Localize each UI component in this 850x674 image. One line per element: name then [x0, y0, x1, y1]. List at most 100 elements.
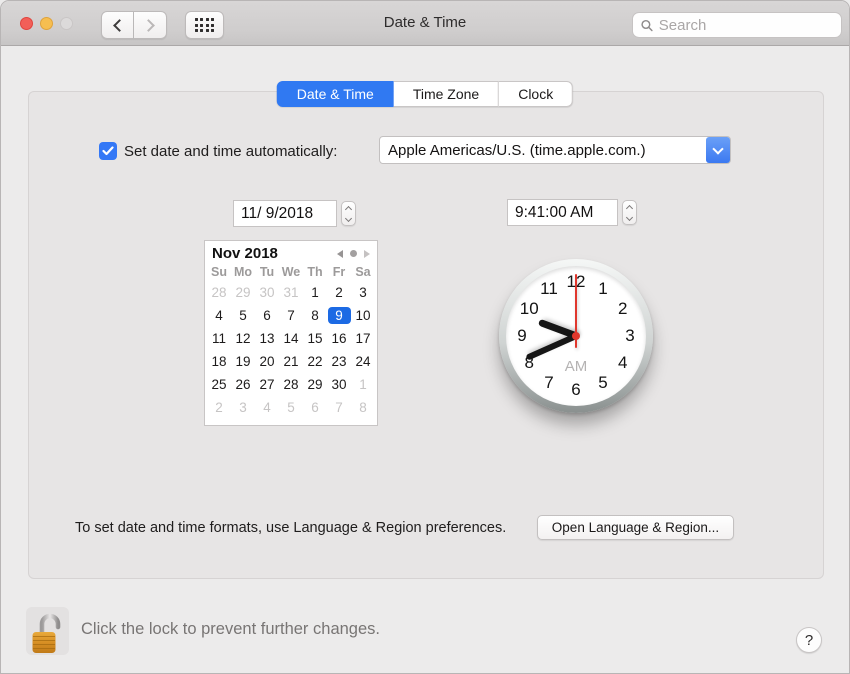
stepper-down-icon — [344, 214, 353, 222]
calendar-day[interactable]: 10 — [351, 304, 375, 327]
calendar-day[interactable]: 21 — [279, 350, 303, 373]
calendar-day[interactable]: 8 — [351, 396, 375, 419]
calendar-day[interactable]: 14 — [279, 327, 303, 350]
formats-note: To set date and time formats, use Langua… — [75, 520, 507, 536]
calendar-day[interactable]: 25 — [207, 373, 231, 396]
calendar-day[interactable]: 22 — [303, 350, 327, 373]
calendar-day-selected[interactable]: 9 — [327, 304, 351, 327]
weekday-label: Tu — [259, 265, 275, 279]
calendar: Nov 2018 Su Mo Tu We Th Fr Sa 28 29 30 31 1 2 3 4 5 6 7 8… — [204, 240, 378, 426]
calendar-day[interactable]: 24 — [351, 350, 375, 373]
calendar-day[interactable]: 6 — [303, 396, 327, 419]
calendar-day[interactable]: 19 — [231, 350, 255, 373]
calendar-day[interactable]: 11 — [207, 327, 231, 350]
tab-clock[interactable]: Clock — [499, 81, 574, 107]
analog-clock: AM 1 2 3 4 5 6 7 8 9 10 11 12 — [499, 259, 653, 413]
clock-number: 11 — [540, 279, 558, 299]
auto-set-checkbox[interactable] — [99, 142, 117, 160]
calendar-day[interactable]: 2 — [327, 281, 351, 304]
calendar-day[interactable]: 27 — [255, 373, 279, 396]
calendar-day[interactable]: 7 — [327, 396, 351, 419]
calendar-day[interactable]: 28 — [207, 281, 231, 304]
weekday-label: Su — [211, 265, 227, 279]
time-server-value: Apple Americas/U.S. (time.apple.com.) — [388, 141, 646, 159]
open-language-region-button[interactable]: Open Language & Region... — [537, 515, 734, 540]
calendar-day[interactable]: 17 — [351, 327, 375, 350]
calendar-day[interactable]: 6 — [255, 304, 279, 327]
help-button[interactable]: ? — [796, 627, 822, 653]
clock-number: 9 — [517, 326, 527, 345]
date-stepper[interactable] — [341, 201, 356, 226]
chevron-down-icon — [712, 142, 724, 155]
weekday-label: Th — [307, 265, 323, 279]
clock-number: 5 — [598, 372, 608, 392]
calendar-day[interactable]: 29 — [231, 281, 255, 304]
calendar-day[interactable]: 3 — [231, 396, 255, 419]
stepper-up-icon — [344, 205, 353, 213]
clock-number: 2 — [618, 299, 628, 318]
calendar-day[interactable]: 20 — [255, 350, 279, 373]
dropdown-button[interactable] — [706, 137, 730, 163]
calendar-day[interactable]: 18 — [207, 350, 231, 373]
today-dot-icon[interactable] — [350, 250, 357, 257]
calendar-day[interactable]: 29 — [303, 373, 327, 396]
calendar-day[interactable]: 5 — [231, 304, 255, 327]
weekday-label: Fr — [332, 265, 346, 279]
clock-number: 8 — [524, 353, 534, 372]
clock-number: 12 — [566, 272, 586, 291]
calendar-day[interactable]: 4 — [207, 304, 231, 327]
clock-number: 7 — [544, 372, 554, 392]
time-stepper[interactable] — [622, 200, 637, 225]
search-icon — [641, 19, 653, 31]
stepper-up-icon — [625, 204, 634, 212]
calendar-day[interactable]: 16 — [327, 327, 351, 350]
search-input[interactable] — [658, 16, 833, 34]
calendar-day[interactable]: 13 — [255, 327, 279, 350]
clock-face: AM 1 2 3 4 5 6 7 8 9 10 11 12 — [506, 266, 646, 406]
calendar-day[interactable]: 5 — [279, 396, 303, 419]
auto-set-label: Set date and time automatically: — [124, 143, 338, 160]
titlebar: Date & Time — [1, 1, 849, 46]
clock-center-cap — [572, 332, 580, 340]
tab-date-time[interactable]: Date & Time — [276, 81, 394, 107]
calendar-day[interactable]: 30 — [327, 373, 351, 396]
calendar-day[interactable]: 12 — [231, 327, 255, 350]
calendar-day[interactable]: 4 — [255, 396, 279, 419]
calendar-day[interactable]: 1 — [351, 373, 375, 396]
search-field[interactable] — [632, 12, 842, 38]
calendar-day[interactable]: 26 — [231, 373, 255, 396]
open-lock-icon — [32, 613, 60, 653]
lock-button[interactable] — [26, 607, 69, 655]
calendar-day[interactable]: 1 — [303, 281, 327, 304]
calendar-nav — [337, 249, 370, 258]
next-month-icon[interactable] — [364, 249, 370, 258]
bottom-bar: Click the lock to prevent further change… — [1, 601, 849, 673]
clock-number: 10 — [519, 299, 539, 318]
calendar-day[interactable]: 15 — [303, 327, 327, 350]
calendar-day[interactable]: 2 — [207, 396, 231, 419]
calendar-grid: 28 29 30 31 1 2 3 4 5 6 7 8 9 10 11 12 13 14 15 16 17 18 19 20 2… — [205, 279, 377, 421]
tab-time-zone[interactable]: Time Zone — [393, 81, 500, 107]
weekday-label: We — [281, 265, 301, 279]
calendar-day[interactable]: 7 — [279, 304, 303, 327]
calendar-header: Nov 2018 — [205, 241, 377, 263]
time-input[interactable]: 9:41:00 AM — [507, 199, 618, 226]
calendar-day[interactable]: 31 — [279, 281, 303, 304]
date-input[interactable]: 11/ 9/2018 — [233, 200, 337, 227]
calendar-day[interactable]: 8 — [303, 304, 327, 327]
lock-message: Click the lock to prevent further change… — [81, 620, 380, 638]
tab-panel — [28, 91, 824, 579]
weekday-label: Mo — [233, 265, 253, 279]
calendar-day[interactable]: 30 — [255, 281, 279, 304]
calendar-weekday-row: Su Mo Tu We Th Fr Sa — [205, 263, 377, 279]
stepper-down-icon — [625, 213, 634, 221]
calendar-day[interactable]: 28 — [279, 373, 303, 396]
calendar-month-label: Nov 2018 — [212, 245, 278, 262]
calendar-day[interactable]: 3 — [351, 281, 375, 304]
clock-number: 1 — [598, 279, 608, 299]
time-server-dropdown[interactable]: Apple Americas/U.S. (time.apple.com.) — [379, 136, 731, 164]
clock-number: 4 — [618, 353, 628, 372]
checkmark-icon — [102, 146, 114, 156]
prev-month-icon[interactable] — [337, 249, 343, 258]
calendar-day[interactable]: 23 — [327, 350, 351, 373]
